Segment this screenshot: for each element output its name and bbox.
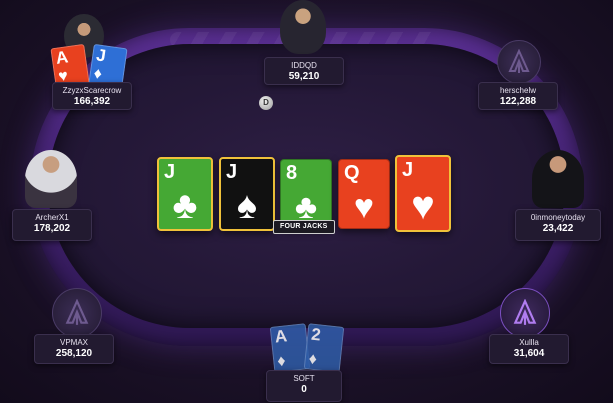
- player-stack: 258,120: [55, 348, 93, 359]
- player-name: SOFT: [293, 374, 315, 383]
- board-card: 8 ♣: [280, 159, 332, 229]
- hand-rank-label: FOUR JACKS: [273, 220, 335, 234]
- player-name: herschelw: [499, 86, 536, 95]
- card-rank: J: [402, 159, 414, 181]
- seat-0inmoneytoday[interactable]: 0inmoneytoday 23,422: [515, 209, 601, 241]
- card-rank: A: [54, 47, 70, 68]
- player-name: ZzyzxScarecrow: [62, 86, 122, 95]
- player-stack: 0: [301, 384, 307, 395]
- hero-hole-card: 2 ♦: [303, 323, 345, 373]
- card-suit: ♥: [353, 188, 375, 226]
- avatar: [52, 288, 102, 338]
- board-card: J ♥: [395, 155, 451, 232]
- card-rank: J: [164, 161, 176, 183]
- card-suit: ♠: [236, 185, 258, 227]
- avatar: [280, 0, 326, 54]
- seat-zzyzxscarecrow[interactable]: ZzyzxScarecrow 166,392: [52, 82, 132, 110]
- card-rank: J: [226, 161, 238, 183]
- seat-soft[interactable]: SOFT 0: [266, 370, 342, 402]
- card-rank: Q: [344, 162, 360, 184]
- card-rank: J: [95, 45, 108, 66]
- seat-vpmax[interactable]: VPMAX 258,120: [34, 334, 114, 364]
- player-name: ArcherX1: [35, 213, 69, 222]
- card-rank: 2: [310, 324, 322, 345]
- avatar: [500, 288, 550, 338]
- avatar: [532, 150, 584, 208]
- player-name: IDDQD: [291, 61, 317, 70]
- seat-xullla[interactable]: Xullla 31,604: [489, 334, 569, 364]
- card-suit: ♣: [294, 188, 318, 226]
- player-name: VPMAX: [59, 338, 88, 347]
- player-stack: 23,422: [542, 223, 574, 234]
- player-stack: 31,604: [513, 348, 545, 359]
- player-stack: 122,288: [499, 96, 537, 107]
- board-card: J ♠: [219, 157, 275, 231]
- seat-herschelw[interactable]: herschelw 122,288: [478, 82, 558, 110]
- dealer-button: D: [259, 96, 273, 110]
- player-name: Xullla: [519, 338, 539, 347]
- brand-logo-icon: [513, 299, 537, 325]
- board-card: J ♣: [157, 157, 213, 231]
- card-rank: A: [273, 326, 288, 347]
- player-name: 0inmoneytoday: [530, 213, 586, 222]
- card-suit: ♣: [172, 185, 198, 227]
- board-card: Q ♥: [338, 159, 390, 229]
- player-stack: 178,202: [33, 223, 71, 234]
- brand-logo-icon: [508, 49, 530, 73]
- card-suit: ♦: [276, 352, 287, 371]
- seat-iddqd[interactable]: IDDQD 59,210: [264, 57, 344, 85]
- card-suit: ♦: [307, 350, 318, 369]
- avatar: [497, 40, 541, 84]
- card-suit: ♦: [92, 65, 104, 84]
- seat-archerx1[interactable]: ArcherX1 178,202: [12, 209, 92, 241]
- card-suit: ♥: [411, 184, 435, 228]
- player-stack: 59,210: [288, 71, 320, 82]
- brand-logo-icon: [65, 299, 89, 325]
- card-rank: 8: [286, 162, 298, 184]
- avatar: [25, 150, 77, 208]
- player-stack: 166,392: [73, 96, 111, 107]
